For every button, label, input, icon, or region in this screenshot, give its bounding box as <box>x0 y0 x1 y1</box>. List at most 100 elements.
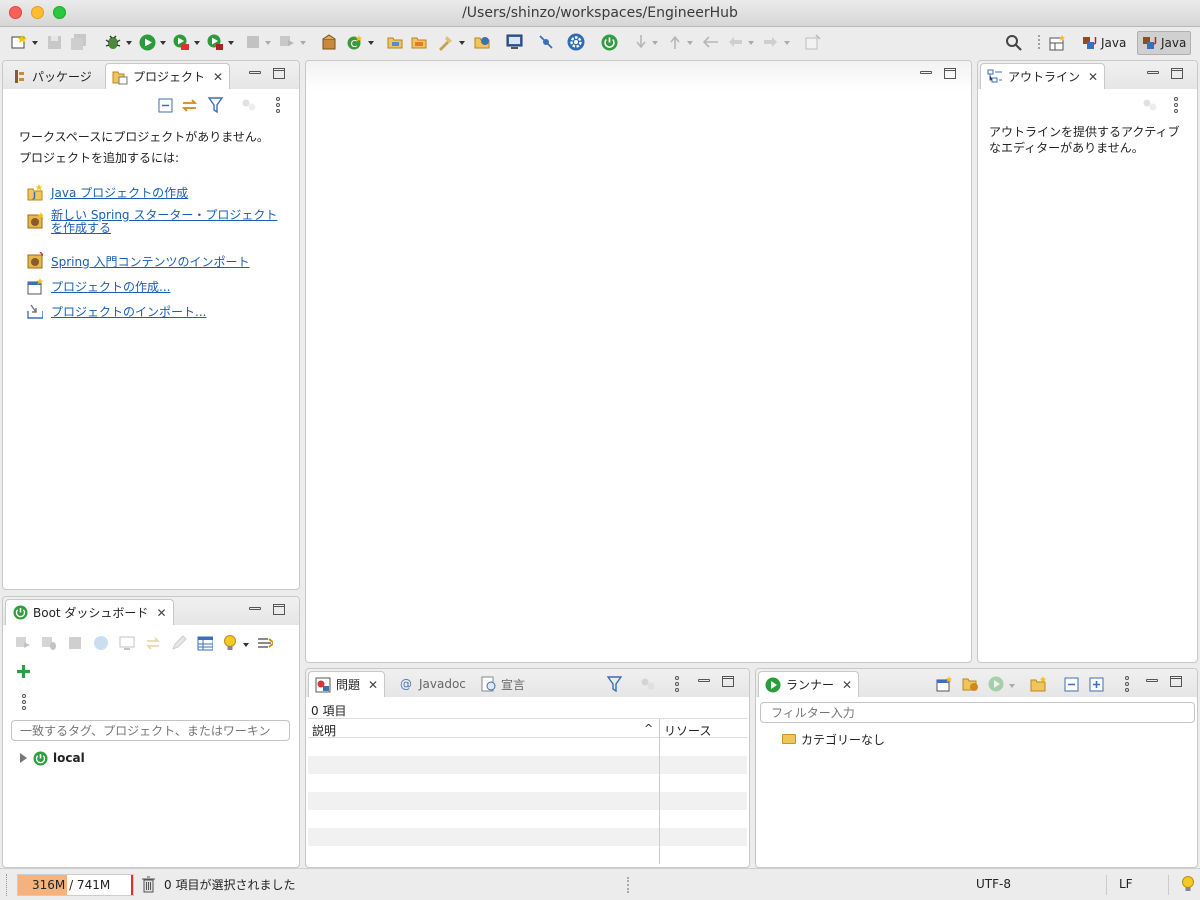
sync-icon[interactable] <box>241 97 257 113</box>
debug-icon[interactable] <box>104 33 122 51</box>
link-import-project[interactable]: プロジェクトのインポート... <box>27 301 277 321</box>
new-java-class-dropdown-icon[interactable] <box>368 41 374 45</box>
link-create-project[interactable]: プロジェクトの作成... <box>27 276 277 296</box>
view-menu-icon[interactable] <box>675 676 679 692</box>
save-icon[interactable] <box>45 33 63 51</box>
search-tool-dropdown-icon[interactable] <box>459 41 465 45</box>
next-annotation-dropdown-icon[interactable] <box>652 41 658 45</box>
lightbulb-dropdown-icon[interactable] <box>243 643 249 647</box>
open-perspective-icon[interactable] <box>1048 33 1066 51</box>
back-icon[interactable] <box>726 33 744 51</box>
run-config-icon[interactable] <box>988 676 1004 692</box>
spring-boot-dashboard-icon[interactable] <box>600 33 618 51</box>
last-edit-location-icon[interactable] <box>702 33 720 51</box>
maximize-view-button[interactable] <box>1171 68 1183 79</box>
stop-icon[interactable] <box>244 33 262 51</box>
link-label[interactable]: プロジェクトの作成... <box>51 278 170 295</box>
close-tab-icon[interactable]: ✕ <box>368 678 378 692</box>
maximize-view-button[interactable] <box>273 68 285 79</box>
run-dropdown-icon[interactable] <box>160 41 166 45</box>
launch-folder-icon[interactable] <box>962 676 978 692</box>
close-tab-icon[interactable]: ✕ <box>1088 70 1098 84</box>
open-type-icon[interactable] <box>386 33 404 51</box>
boot-dashboard-filter-input[interactable] <box>11 720 290 741</box>
open-console-icon[interactable] <box>119 635 135 651</box>
view-menu-icon[interactable] <box>1125 676 1129 692</box>
filter-icon[interactable] <box>207 97 223 113</box>
tab-javadoc[interactable]: @ Javadoc <box>392 671 472 697</box>
tab-project-explorer[interactable]: プロジェクト ✕ <box>105 63 231 89</box>
new-wizard-dropdown-icon[interactable] <box>32 41 38 45</box>
tree-item-uncategorized[interactable]: カテゴリーなし <box>782 730 885 748</box>
link-label[interactable]: Java プロジェクトの作成 <box>51 184 188 201</box>
tab-problems[interactable]: 問題 ✕ <box>308 671 386 697</box>
edit-icon[interactable] <box>171 635 187 651</box>
perspective-java-ee[interactable]: J Java <box>1078 31 1130 55</box>
forward-icon[interactable] <box>762 33 780 51</box>
heap-status-bar[interactable]: 316M / 741M <box>17 874 134 896</box>
next-annotation-icon[interactable] <box>632 33 650 51</box>
new-java-class-icon[interactable]: C <box>346 33 364 51</box>
stop-app-icon[interactable] <box>67 635 83 651</box>
relaunch-icon[interactable] <box>278 33 296 51</box>
coverage-icon[interactable] <box>172 33 190 51</box>
close-tab-icon[interactable]: ✕ <box>213 70 223 84</box>
sort-chevron-up-icon[interactable]: ^ <box>644 722 653 735</box>
save-all-icon[interactable] <box>70 33 88 51</box>
link-create-java-project[interactable]: J Java プロジェクトの作成 <box>27 182 277 202</box>
open-resource-icon[interactable] <box>410 33 428 51</box>
garbage-collect-trash-icon[interactable] <box>140 876 156 892</box>
link-label[interactable]: プロジェクトのインポート... <box>51 303 206 320</box>
minimize-view-button[interactable] <box>1147 71 1159 74</box>
previous-annotation-dropdown-icon[interactable] <box>687 41 693 45</box>
open-project-icon[interactable] <box>473 33 491 51</box>
collapse-all-icon[interactable] <box>157 97 173 113</box>
column-header-resource[interactable]: リソース <box>664 722 711 739</box>
search-icon[interactable] <box>1004 33 1022 51</box>
start-app-icon[interactable] <box>15 635 31 651</box>
link-import-spring-guides[interactable]: Spring 入門コンテンツのインポート <box>27 251 277 271</box>
close-tab-icon[interactable]: ✕ <box>842 678 852 692</box>
tab-runner[interactable]: ランナー ✕ <box>758 671 860 697</box>
encoding-status[interactable]: UTF-8 <box>976 877 1011 891</box>
minimize-view-button[interactable] <box>249 607 261 610</box>
maximize-view-button[interactable] <box>722 676 734 687</box>
minimize-view-button[interactable] <box>1146 679 1158 682</box>
tree-item-local[interactable]: local <box>20 749 85 767</box>
run-icon[interactable] <box>138 33 156 51</box>
collapse-all-icon[interactable] <box>1063 676 1079 692</box>
sync-icon[interactable] <box>1142 97 1158 113</box>
debug-dropdown-icon[interactable] <box>126 41 132 45</box>
new-folder-icon[interactable] <box>1030 676 1046 692</box>
line-delimiter-status[interactable]: LF <box>1119 877 1133 891</box>
port-forward-icon[interactable] <box>257 635 273 651</box>
runner-filter-input[interactable] <box>760 702 1195 723</box>
table-icon[interactable] <box>197 635 213 651</box>
link-label[interactable]: Spring 入門コンテンツのインポート <box>51 253 250 270</box>
sync-icon[interactable] <box>640 676 656 692</box>
pin-editor-icon[interactable] <box>804 33 822 51</box>
tab-package-explorer[interactable]: パッケージ <box>5 63 98 89</box>
stop-dropdown-icon[interactable] <box>265 41 271 45</box>
column-divider[interactable] <box>659 719 660 739</box>
open-console-icon[interactable] <box>505 33 523 51</box>
debug-app-icon[interactable] <box>41 635 57 651</box>
minimize-view-button[interactable] <box>698 679 710 682</box>
expand-all-icon[interactable] <box>1088 676 1104 692</box>
search-tool-icon[interactable] <box>436 33 454 51</box>
maximize-view-button[interactable] <box>1170 676 1182 687</box>
tab-boot-dashboard[interactable]: Boot ダッシュボード ✕ <box>5 599 174 625</box>
external-tools-dropdown-icon[interactable] <box>228 41 234 45</box>
tab-outline[interactable]: アウトライン ✕ <box>980 63 1106 89</box>
expand-arrow-icon[interactable] <box>20 753 27 763</box>
back-dropdown-icon[interactable] <box>748 41 754 45</box>
close-tab-icon[interactable]: ✕ <box>156 606 166 620</box>
new-java-package-icon[interactable] <box>320 33 338 51</box>
lightbulb-icon[interactable] <box>222 634 238 651</box>
maximize-view-button[interactable] <box>273 604 285 615</box>
link-with-editor-icon[interactable] <box>181 97 197 113</box>
view-menu-icon[interactable] <box>1174 97 1178 113</box>
forward-dropdown-icon[interactable] <box>784 41 790 45</box>
coverage-dropdown-icon[interactable] <box>194 41 200 45</box>
minimize-editor-button[interactable] <box>920 71 932 74</box>
